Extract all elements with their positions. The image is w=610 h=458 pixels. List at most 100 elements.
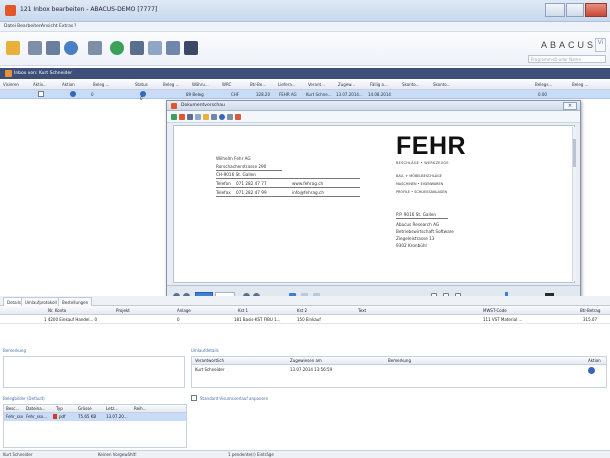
column-header[interactable]: Skonto... bbox=[402, 82, 419, 87]
column-header[interactable]: Aktion bbox=[588, 358, 601, 363]
fax-label: Telefax bbox=[216, 190, 231, 195]
row-cell: FEHR AG bbox=[279, 92, 297, 97]
column-header[interactable]: Bemerkung bbox=[388, 358, 411, 363]
row-cell: 1 4200 Einkauf Handel... 0 bbox=[44, 317, 98, 322]
column-header[interactable]: Visieren bbox=[3, 82, 19, 87]
preview-tool-icon[interactable] bbox=[235, 114, 241, 120]
preview-tool-icon[interactable] bbox=[227, 114, 233, 120]
refresh-icon[interactable] bbox=[110, 41, 124, 55]
column-header[interactable]: Währu... bbox=[192, 82, 209, 87]
main-toolbar: ABACUS Vi Programm-ID oder Name bbox=[0, 32, 610, 66]
menu-view[interactable]: Ansicht bbox=[41, 24, 58, 29]
column-header[interactable]: Aktiv... bbox=[33, 82, 47, 87]
column-header[interactable]: MWST-Code bbox=[483, 308, 507, 313]
screen-icon[interactable] bbox=[184, 41, 198, 55]
preview-tool-icon[interactable] bbox=[171, 114, 177, 120]
column-header[interactable]: Besc... bbox=[6, 406, 19, 411]
column-header[interactable]: Dateina... bbox=[26, 406, 45, 411]
column-header[interactable]: Beleg ... bbox=[572, 82, 588, 87]
user-settings-icon[interactable] bbox=[88, 41, 102, 55]
preview-tool-icon[interactable] bbox=[211, 114, 217, 120]
document-preview-window[interactable]: Dokumentvorschau × Wilhelm Fehr AG Rorsc… bbox=[166, 100, 581, 307]
column-header[interactable]: Btr-Be... bbox=[250, 82, 266, 87]
row-cell: 13.07.20... bbox=[106, 414, 128, 419]
inbox-header: Inbox von: Kurt Schneider bbox=[0, 68, 610, 79]
table-row[interactable]: 0 0 89 Beleg CHF 328.20 FEHR AG Kurt Sch… bbox=[0, 90, 610, 101]
action-icon[interactable] bbox=[70, 91, 76, 97]
menu-bar: Datei Bearbeiten Ansicht Extras ? bbox=[0, 22, 610, 32]
row-cell: 0 bbox=[177, 317, 180, 322]
remark-textarea[interactable] bbox=[3, 356, 185, 388]
attachment-row[interactable]: Fehr_ssx Fehr_ssx... pdf 75.65 KB 13.07.… bbox=[4, 413, 186, 421]
row-cell: 0 bbox=[91, 92, 94, 97]
column-header[interactable]: Aktion bbox=[62, 82, 75, 87]
view-icon[interactable] bbox=[148, 41, 162, 55]
column-header[interactable]: Beleg ... bbox=[163, 82, 179, 87]
column-header[interactable]: Verant... bbox=[308, 82, 325, 87]
preview-close-button[interactable]: × bbox=[563, 102, 577, 110]
column-header[interactable]: Skonto... bbox=[433, 82, 450, 87]
column-header[interactable]: Belegs... bbox=[535, 82, 552, 87]
checkbox[interactable] bbox=[38, 91, 44, 97]
column-header[interactable]: Projekt bbox=[116, 308, 130, 313]
close-button[interactable] bbox=[585, 3, 607, 17]
minimize-button[interactable] bbox=[545, 3, 565, 17]
column-header[interactable]: Fällig a... bbox=[370, 82, 388, 87]
layout-icon[interactable] bbox=[166, 41, 180, 55]
column-header[interactable]: Reih... bbox=[134, 406, 147, 411]
table-row[interactable]: 1 4200 Einkauf Handel... 0 0 181 Basis-K… bbox=[0, 315, 610, 324]
column-header[interactable]: Nr. Konto bbox=[48, 308, 66, 313]
tab-circulation-log[interactable]: Umlaufprotokoll bbox=[21, 297, 61, 306]
row-cell: Kurt Schneider bbox=[195, 367, 225, 372]
column-header[interactable]: Anlage bbox=[177, 308, 191, 313]
column-header[interactable]: Zugewiesen am bbox=[290, 358, 322, 363]
standard-flow-checkbox[interactable] bbox=[191, 395, 197, 401]
column-header[interactable]: Status bbox=[135, 82, 148, 87]
divider bbox=[216, 178, 360, 179]
column-header[interactable]: Liefera... bbox=[278, 82, 296, 87]
column-header[interactable]: Beleg ... bbox=[93, 82, 109, 87]
attachments-header: Besc... Dateina... Typ Grösse Letz... Re… bbox=[4, 405, 186, 413]
edit-icon[interactable] bbox=[6, 41, 20, 55]
user-icon[interactable] bbox=[28, 41, 42, 55]
action-icon[interactable] bbox=[588, 367, 595, 374]
status-bar: Kurt Schneider Keinen Vorgewählt! 1 pend… bbox=[0, 450, 610, 458]
row-cell: 111 VST Material ... bbox=[483, 317, 523, 322]
print-icon[interactable] bbox=[130, 41, 144, 55]
sender-line: Wilhelm Fehr AG bbox=[216, 156, 251, 161]
tab-orders[interactable]: Bestellungen bbox=[58, 297, 93, 306]
scroll-thumb[interactable] bbox=[573, 139, 576, 167]
column-header[interactable]: Typ bbox=[56, 406, 63, 411]
status-pending: 1 pendente(r) Einträge bbox=[228, 452, 274, 457]
column-header[interactable]: Btr-Betrag bbox=[580, 308, 600, 313]
row-cell: 150 Einkauf bbox=[297, 317, 321, 322]
menu-edit[interactable]: Bearbeiten bbox=[17, 24, 42, 29]
app-icon bbox=[5, 5, 16, 16]
column-header[interactable]: Kst 1 bbox=[238, 308, 248, 313]
column-header[interactable]: Verantwortlich bbox=[195, 358, 224, 363]
preview-tool-icon[interactable] bbox=[195, 114, 201, 120]
users-icon[interactable] bbox=[46, 41, 60, 55]
column-header[interactable]: Text bbox=[358, 308, 366, 313]
column-header[interactable]: WRC bbox=[222, 82, 231, 87]
preview-tool-icon[interactable] bbox=[203, 114, 209, 120]
preview-scrollbar[interactable] bbox=[572, 127, 576, 281]
menu-help[interactable]: ? bbox=[74, 24, 76, 29]
preview-tool-icon[interactable] bbox=[179, 114, 185, 120]
column-header[interactable]: Zugew... bbox=[338, 82, 355, 87]
menu-file[interactable]: Datei bbox=[4, 24, 16, 29]
maximize-button[interactable] bbox=[566, 3, 584, 17]
preview-tool-icon[interactable] bbox=[219, 114, 225, 120]
menu-extras[interactable]: Extras bbox=[59, 24, 73, 29]
column-header[interactable]: Grösse bbox=[78, 406, 92, 411]
column-header[interactable]: Letz... bbox=[106, 406, 118, 411]
service-line: PROFILE • SCHLIESSANLAGEN bbox=[396, 190, 448, 194]
column-header[interactable]: Kst 2 bbox=[297, 308, 307, 313]
program-search-input[interactable]: Programm-ID oder Name bbox=[528, 55, 606, 63]
circulation-panel: Verantwortlich Zugewiesen am Bemerkung A… bbox=[191, 356, 607, 388]
row-cell: Kurt Schne... bbox=[306, 92, 332, 97]
sender-line: CH-9016 St. Gallen bbox=[216, 172, 256, 177]
preview-tool-icon[interactable] bbox=[187, 114, 193, 120]
preview-title: Dokumentvorschau bbox=[181, 103, 225, 108]
search-icon[interactable] bbox=[64, 41, 78, 55]
